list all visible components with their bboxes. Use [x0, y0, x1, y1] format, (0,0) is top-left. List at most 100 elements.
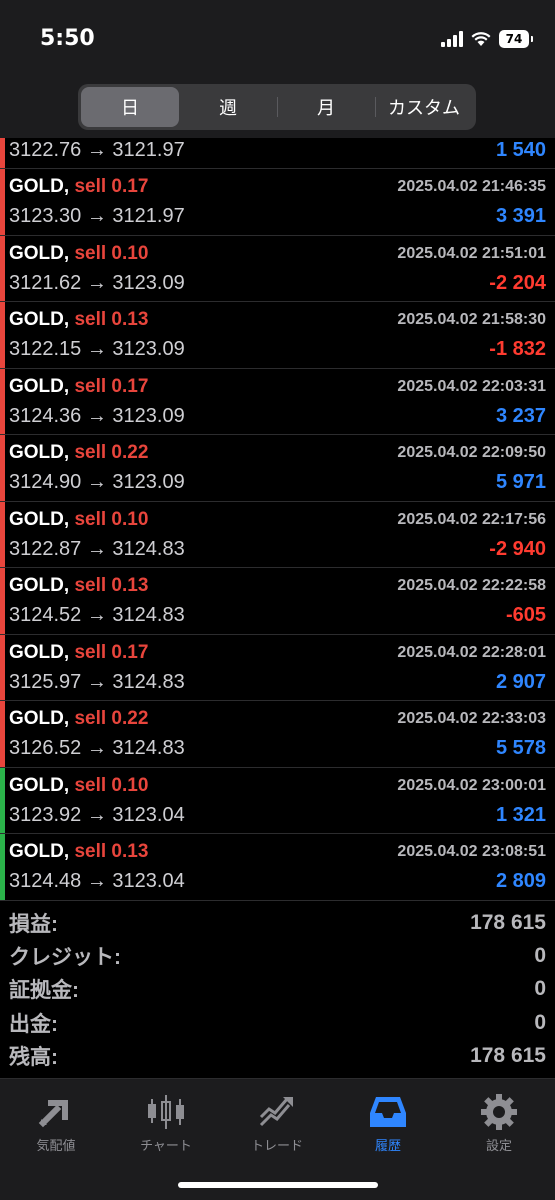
trade-title: GOLD, sell 0.17 — [9, 642, 148, 664]
trade-title: GOLD, sell 0.17 — [9, 176, 148, 198]
trade-row[interactable]: GOLD, sell 0.13 2025.04.02 22:22:58 3124.5… — [0, 568, 555, 635]
trade-profit: -1 832 — [489, 338, 546, 360]
home-indicator — [178, 1182, 378, 1188]
tab-week[interactable]: 週 — [179, 87, 277, 127]
trade-title: GOLD, sell 0.13 — [9, 309, 148, 331]
tab-day[interactable]: 日 — [81, 87, 179, 127]
trade-prices: 3123.92 → 3123.04 — [9, 803, 185, 826]
tab-custom[interactable]: カスタム — [375, 87, 473, 127]
trade-side-volume: sell 0.17 — [74, 176, 149, 197]
trade-symbol: GOLD, — [9, 508, 70, 530]
trade-profit: 1 321 — [495, 803, 546, 826]
summary-row: 損益: 178 615 — [0, 906, 555, 939]
trade-row[interactable]: GOLD, sell 0.17 2025.04.02 21:46:35 3123.3… — [0, 169, 555, 236]
trade-symbol: GOLD, — [9, 442, 70, 463]
summary-row: 証拠金: 0 — [0, 973, 555, 1006]
row-color-bar — [0, 138, 5, 168]
trade-time: 2025.04.02 22:03:31 — [397, 377, 546, 395]
trade-time: 2025.04.02 22:33:03 — [397, 710, 546, 727]
trade-title: GOLD, sell 0.10 — [9, 509, 148, 531]
trade-title: GOLD, sell 0.22 — [9, 708, 148, 730]
trade-history-list[interactable]: 3122.76 → 3121.97 1 540 GOLD, sell 0.17 2… — [0, 138, 555, 901]
tab-settings[interactable]: 設定 — [449, 1089, 549, 1154]
trade-side-volume: sell 0.13 — [74, 309, 149, 330]
trade-row[interactable]: GOLD, sell 0.17 2025.04.02 22:03:31 3124.3… — [0, 368, 555, 435]
trade-row[interactable]: GOLD, sell 0.10 2025.04.02 23:00:01 3123.9… — [0, 767, 555, 834]
trade-side-volume: sell 0.17 — [74, 641, 149, 663]
history-header: 日 週 月 カスタム — [0, 80, 555, 138]
trade-row[interactable]: GOLD, sell 0.13 2025.04.02 21:58:30 3122.1… — [0, 302, 555, 369]
row-color-bar — [0, 302, 5, 368]
trade-trend-icon — [227, 1089, 327, 1135]
trade-symbol: GOLD, — [9, 375, 70, 397]
summary-row: クレジット: 0 — [0, 939, 555, 972]
tab-history-label: 履歴 — [374, 1139, 401, 1154]
trade-time: 2025.04.02 22:28:01 — [397, 643, 546, 661]
wifi-icon — [471, 31, 491, 47]
trade-time: 2025.04.02 22:22:58 — [397, 577, 546, 594]
trade-profit: -605 — [505, 604, 546, 626]
trade-row[interactable]: GOLD, sell 0.22 2025.04.02 22:33:03 3126.5… — [0, 701, 555, 768]
status-icons: 74 — [441, 30, 533, 48]
trade-row[interactable]: GOLD, sell 0.13 2025.04.02 23:08:51 3124.4… — [0, 834, 555, 901]
row-color-bar — [0, 235, 5, 301]
trade-time: 2025.04.02 21:58:30 — [397, 311, 546, 328]
tab-trade[interactable]: トレード — [227, 1089, 327, 1154]
row-color-bar — [0, 834, 5, 900]
period-segmented-control: 日 週 月 カスタム — [78, 84, 476, 130]
trade-symbol: GOLD, — [9, 708, 70, 729]
row-color-bar — [0, 435, 5, 501]
row-color-bar — [0, 634, 5, 700]
trade-symbol: GOLD, — [9, 309, 70, 330]
row-color-bar — [0, 767, 5, 833]
summary-value: 0 — [534, 1010, 546, 1034]
trade-row-partial[interactable]: 3122.76 → 3121.97 1 540 — [0, 138, 555, 169]
trade-title: GOLD, sell 0.17 — [9, 376, 148, 398]
trade-row[interactable]: GOLD, sell 0.10 2025.04.02 21:51:01 3121.6… — [0, 235, 555, 302]
summary-value: 178 615 — [470, 910, 546, 934]
trade-title: GOLD, sell 0.13 — [9, 841, 148, 863]
status-time: 5:50 — [40, 26, 95, 51]
cellular-signal-icon — [441, 31, 463, 47]
trade-title: GOLD, sell 0.13 — [9, 575, 148, 597]
summary-row: 残高: 178 615 — [0, 1040, 555, 1073]
summary-value: 0 — [534, 944, 546, 968]
trade-side-volume: sell 0.10 — [74, 774, 149, 796]
trade-title: GOLD, sell 0.22 — [9, 442, 148, 464]
tab-chart[interactable]: チャート — [116, 1089, 216, 1154]
trade-time: 2025.04.02 23:08:51 — [397, 843, 546, 860]
trade-prices: 3124.90 → 3123.09 — [9, 471, 185, 493]
tab-quotes[interactable]: 気配値 — [6, 1089, 106, 1154]
tab-settings-label: 設定 — [485, 1139, 512, 1154]
trade-symbol: GOLD, — [9, 841, 70, 862]
trade-prices: 3124.48 → 3123.04 — [9, 870, 185, 892]
tab-trade-label: トレード — [250, 1139, 303, 1154]
trade-profit: 3 391 — [495, 205, 546, 227]
bottom-tab-bar: 気配値 チャート トレード 履歴 設定 — [0, 1078, 555, 1200]
trade-side-volume: sell 0.10 — [74, 508, 149, 530]
trade-time: 2025.04.02 21:51:01 — [397, 244, 546, 262]
trade-profit: -2 940 — [489, 537, 546, 560]
trade-row[interactable]: GOLD, sell 0.22 2025.04.02 22:09:50 3124.9… — [0, 435, 555, 502]
trade-prices: 3126.52 → 3124.83 — [9, 737, 185, 759]
summary-value: 0 — [534, 977, 546, 1001]
trade-profit: -2 204 — [489, 271, 546, 294]
trade-profit: 1 540 — [495, 139, 546, 161]
row-color-bar — [0, 368, 5, 434]
trade-symbol: GOLD, — [9, 641, 70, 663]
trade-prices: 3122.15 → 3123.09 — [9, 338, 185, 360]
trade-symbol: GOLD, — [9, 242, 70, 264]
summary-value: 178 615 — [470, 1044, 546, 1068]
tab-month[interactable]: 月 — [277, 87, 375, 127]
trade-prices: 3125.97 → 3124.83 — [9, 670, 185, 693]
trade-prices: 3122.87 → 3124.83 — [9, 537, 185, 560]
row-color-bar — [0, 701, 5, 767]
tab-history[interactable]: 履歴 — [338, 1089, 438, 1154]
trade-symbol: GOLD, — [9, 774, 70, 796]
trade-row[interactable]: GOLD, sell 0.10 2025.04.02 22:17:56 3122.8… — [0, 501, 555, 568]
row-color-bar — [0, 568, 5, 634]
trade-row[interactable]: GOLD, sell 0.17 2025.04.02 22:28:01 3125.9… — [0, 634, 555, 701]
row-color-bar — [0, 169, 5, 235]
trade-symbol: GOLD, — [9, 176, 70, 197]
trade-title: GOLD, sell 0.10 — [9, 775, 148, 797]
